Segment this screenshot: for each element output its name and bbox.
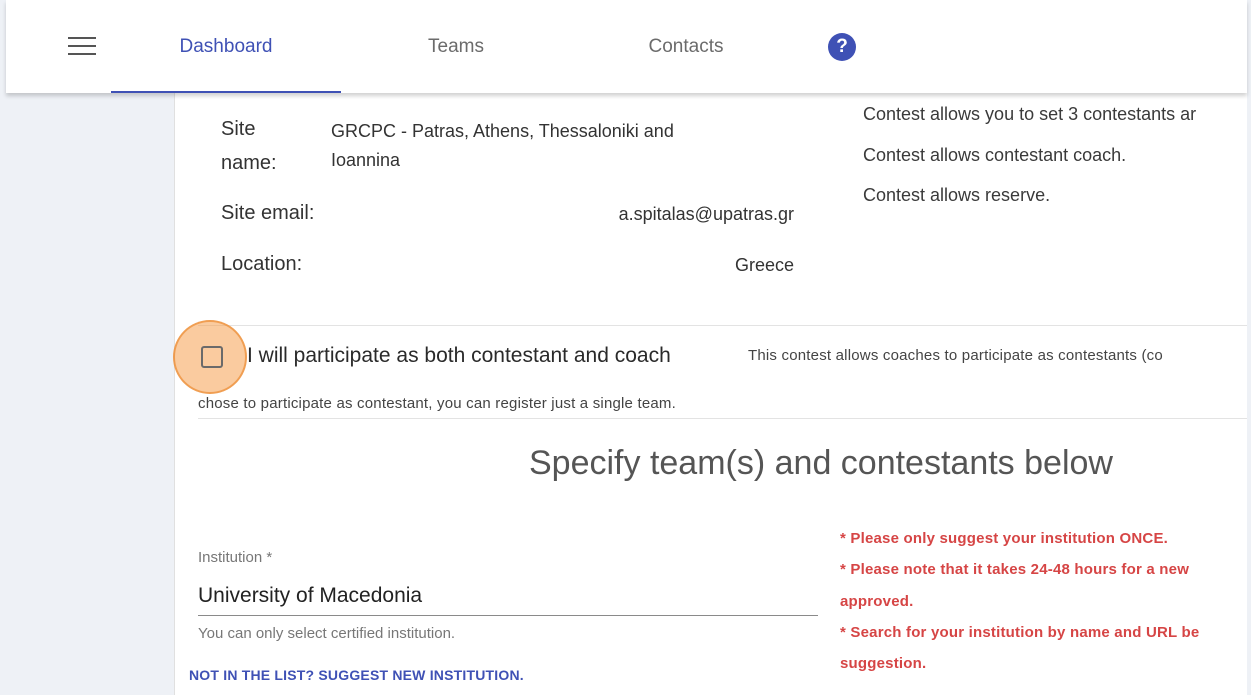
site-name-value-line1: GRCPC - Patras, Athens, Thessaloniki and xyxy=(331,121,674,141)
section-divider xyxy=(198,418,1247,419)
hamburger-menu-icon[interactable] xyxy=(68,37,96,57)
site-name-label-line1: Site xyxy=(221,118,256,140)
warning-suggest-once: * Please only suggest your institution O… xyxy=(840,530,1169,547)
contest-rule-reserve: Contest allows reserve. xyxy=(863,185,1051,205)
site-email-value: a.spitalas@upatras.gr xyxy=(618,204,794,224)
page-edge xyxy=(1247,0,1251,695)
warning-approval-time-line1: * Please note that it takes 24-48 hours … xyxy=(840,561,1190,578)
warning-search-line2: suggestion. xyxy=(840,655,927,672)
site-name-label-line2: name: xyxy=(221,152,277,174)
institution-helper-text: You can only select certified institutio… xyxy=(198,625,456,642)
tab-dashboard[interactable]: Dashboard xyxy=(111,0,341,93)
suggest-institution-link[interactable]: NOT IN THE LIST? SUGGEST NEW INSTITUTION… xyxy=(189,667,524,683)
contestant-coach-checkbox[interactable] xyxy=(201,346,223,368)
section-heading: Specify team(s) and contestants below xyxy=(529,444,1113,482)
contest-rule-contestants: Contest allows you to set 3 contestants … xyxy=(863,104,1197,124)
site-name-value-line2: Ioannina xyxy=(331,150,401,170)
top-app-bar: Dashboard Teams Contacts ? xyxy=(6,0,1247,93)
institution-input[interactable] xyxy=(198,576,818,616)
coach-participation-note-line1: This contest allows coaches to participa… xyxy=(748,347,1163,364)
institution-field-label: Institution * xyxy=(198,549,273,566)
tab-contacts[interactable]: Contacts xyxy=(571,0,801,93)
location-value: Greece xyxy=(734,255,794,275)
warning-approval-time-line2: approved. xyxy=(840,593,914,610)
section-divider xyxy=(198,325,1247,326)
contestant-coach-checkbox-label[interactable]: I will participate as both contestant an… xyxy=(247,344,671,368)
coach-participation-note-line2: chose to participate as contestant, you … xyxy=(198,395,676,412)
page-background xyxy=(0,0,6,695)
help-icon[interactable]: ? xyxy=(828,33,856,61)
site-email-label: Site email: xyxy=(221,202,315,224)
location-label: Location: xyxy=(221,253,303,275)
contest-rule-coach: Contest allows contestant coach. xyxy=(863,145,1127,165)
tab-teams[interactable]: Teams xyxy=(341,0,571,93)
warning-search-line1: * Search for your institution by name an… xyxy=(840,624,1200,641)
